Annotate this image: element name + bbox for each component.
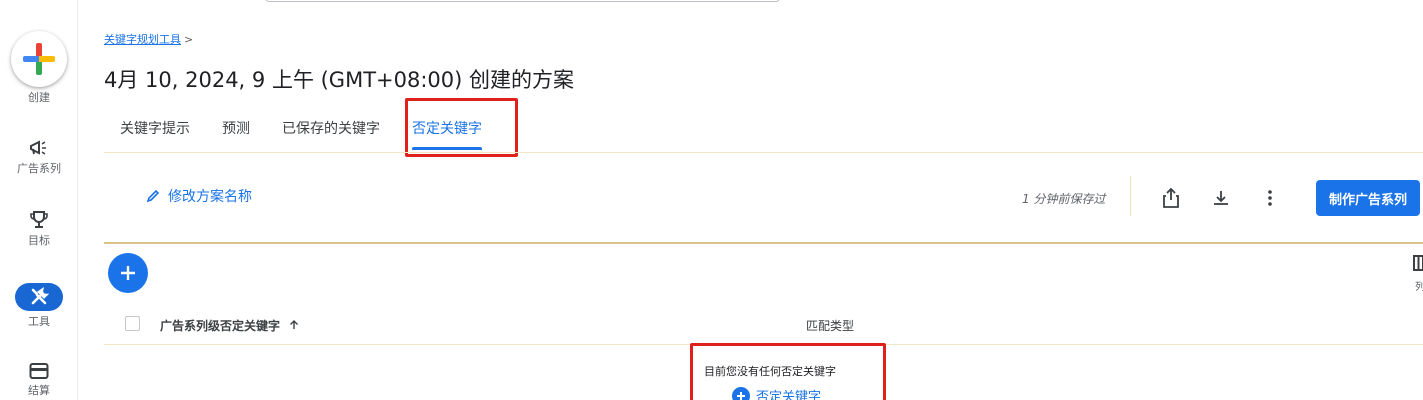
- share-icon: [1163, 187, 1179, 208]
- column-header-negative-keyword[interactable]: 广告系列级否定关键字: [160, 317, 300, 334]
- toolbar-separator: [1130, 176, 1131, 216]
- search-box-edge[interactable]: [265, 0, 780, 2]
- goals-nav-item[interactable]: 目标: [0, 210, 78, 248]
- billing-nav-item[interactable]: 结算: [0, 362, 78, 398]
- download-button[interactable]: [1207, 184, 1235, 212]
- create-button[interactable]: [11, 31, 67, 87]
- column-header-negative-keyword-label: 广告系列级否定关键字: [160, 319, 281, 333]
- trophy-icon: [30, 211, 48, 228]
- tabs-divider: [104, 152, 1423, 153]
- add-negative-keyword-label: 否定关键字: [756, 390, 822, 400]
- empty-state-message: 目前您没有任何否定关键字: [704, 365, 836, 378]
- plus-circle-icon: [732, 386, 750, 400]
- tools-active-pill[interactable]: [15, 283, 63, 311]
- campaigns-nav-item[interactable]: 广告系列: [0, 138, 78, 176]
- more-options-button[interactable]: [1256, 184, 1284, 212]
- rename-plan-button[interactable]: 修改方案名称: [146, 186, 252, 206]
- plus-glyph: [737, 391, 745, 400]
- breadcrumb-keyword-planner-link[interactable]: 关键字规划工具: [104, 33, 181, 46]
- download-icon: [1214, 191, 1228, 205]
- column-header-match-type[interactable]: 匹配类型: [806, 317, 854, 334]
- wrench-screwdriver-icon: [31, 287, 49, 305]
- left-nav-rail: 创建 广告系列 目标 工具 结算: [0, 0, 78, 400]
- breadcrumb: 关键字规划工具 >: [104, 31, 193, 47]
- tab-highlight-annotation: [405, 98, 518, 157]
- megaphone-icon: [30, 140, 46, 155]
- columns-label: 列: [1415, 282, 1423, 293]
- create-nav-item[interactable]: 创建: [0, 31, 78, 105]
- plus-icon: [121, 266, 135, 280]
- tools-nav-item[interactable]: 工具: [0, 283, 78, 329]
- billing-label: 结算: [28, 384, 50, 397]
- columns-icon[interactable]: [1413, 255, 1423, 271]
- add-negative-keyword-link[interactable]: 否定关键字: [732, 386, 821, 400]
- select-all-checkbox[interactable]: [125, 316, 140, 331]
- rename-plan-label: 修改方案名称: [168, 189, 252, 205]
- breadcrumb-separator: >: [184, 33, 194, 46]
- create-label: 创建: [28, 91, 50, 104]
- saved-status: 1 分钟前保存过: [1022, 192, 1106, 206]
- goals-label: 目标: [28, 234, 50, 247]
- credit-card-icon: [29, 363, 49, 379]
- toolbar-divider: [104, 242, 1423, 244]
- share-button[interactable]: [1157, 184, 1185, 212]
- add-negative-keyword-button[interactable]: [108, 253, 148, 293]
- tab-forecast[interactable]: 预测: [206, 112, 266, 152]
- tools-label: 工具: [28, 315, 50, 328]
- tab-saved-keywords[interactable]: 已保存的关键字: [266, 112, 396, 152]
- create-campaign-button[interactable]: 制作广告系列: [1316, 180, 1420, 216]
- tab-keyword-ideas[interactable]: 关键字提示: [104, 112, 206, 152]
- page-title: 4月 10, 2024, 9 上午 (GMT+08:00) 创建的方案: [104, 68, 575, 92]
- sort-ascending-icon: [290, 320, 299, 329]
- campaigns-label: 广告系列: [17, 162, 61, 175]
- more-vert-icon: [1268, 190, 1272, 206]
- pencil-icon: [146, 189, 160, 203]
- plus-icon-bar: [23, 56, 55, 62]
